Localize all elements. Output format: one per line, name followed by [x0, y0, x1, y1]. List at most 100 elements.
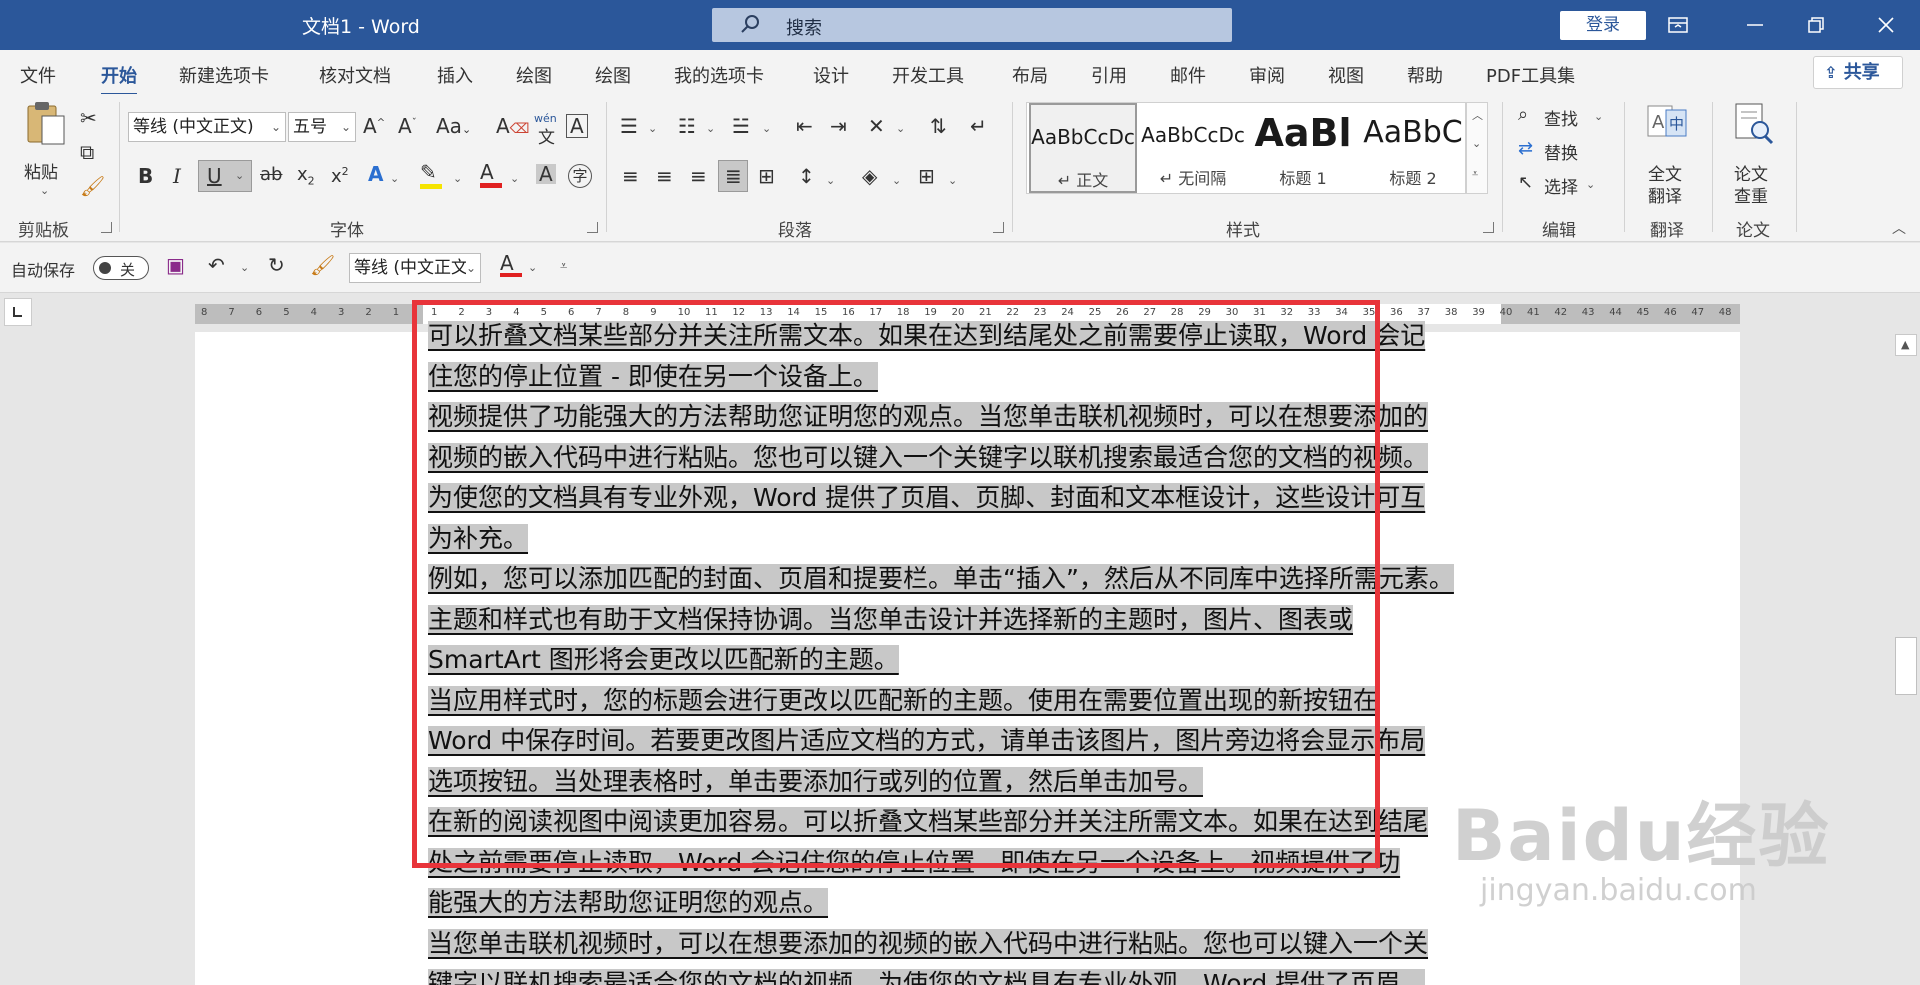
align-left-icon[interactable]: ≡ [622, 166, 639, 186]
styles-gallery-scroll[interactable]: ︿ ⌄ ⩡ [1466, 102, 1488, 194]
redo-icon[interactable]: ↻ [268, 255, 285, 275]
underline-button[interactable]: U ⌄ [198, 160, 252, 192]
highlight-icon[interactable]: ✎ [420, 162, 442, 189]
decrease-indent-icon[interactable]: ⇤ [796, 116, 813, 136]
cut-icon[interactable]: ✂ [80, 108, 97, 128]
chevron-down-icon[interactable]: ⌄ [240, 261, 249, 274]
scroll-thumb[interactable] [1895, 637, 1917, 695]
tab-pdf-tools[interactable]: PDF工具集 [1486, 62, 1575, 88]
italic-icon[interactable]: I [173, 166, 181, 186]
full-text-translate-button[interactable]: A中 全文 翻译 [1640, 102, 1696, 207]
replace-button[interactable]: ⇄ 替换 [1518, 138, 1598, 165]
shading-icon[interactable]: ◈ [862, 166, 877, 186]
autosave-toggle[interactable]: 关 [93, 256, 149, 280]
tab-help[interactable]: 帮助 [1407, 62, 1443, 88]
font-name-combo[interactable]: 等线 (中文正文) ⌄ [128, 112, 286, 142]
tab-insert[interactable]: 插入 [437, 62, 473, 88]
tab-file[interactable]: 文件 [20, 62, 56, 88]
align-center-icon[interactable]: ≡ [656, 166, 673, 186]
ribbon-display-options-button[interactable] [1658, 8, 1698, 42]
document-line[interactable]: 键字以联机搜索最适合您的文档的视频。为使您的文档具有专业外观，Word 提供了页… [428, 964, 1426, 985]
chevron-down-icon[interactable]: ⌄ [648, 122, 657, 135]
format-painter-icon[interactable]: 🖌 [310, 255, 335, 275]
paste-button[interactable]: 粘贴 ⌄ [18, 100, 74, 200]
show-marks-icon[interactable]: ↵ [970, 116, 987, 136]
more-icon[interactable]: ⩡ [1472, 167, 1478, 181]
font-color-icon[interactable]: A [500, 253, 522, 277]
copy-icon[interactable]: ⧉ [80, 142, 94, 162]
document-line[interactable]: 能强大的方法帮助您证明您的观点。 [428, 883, 829, 919]
change-case-icon[interactable]: Aa⌄ [436, 116, 471, 136]
login-button[interactable]: 登录 [1560, 11, 1646, 40]
style-normal[interactable]: AaBbCcDc ↵ 正文 [1029, 103, 1137, 193]
select-button[interactable]: ↖ 选择 ⌄ [1518, 172, 1608, 199]
chevron-down-icon[interactable]: ⌄ [1472, 137, 1481, 150]
distributed-icon[interactable]: ⊞ [758, 166, 775, 186]
bold-icon[interactable]: B [138, 166, 153, 186]
customize-qat-icon[interactable]: ⩡ [560, 259, 567, 274]
clear-formatting-icon[interactable]: A⌫ [496, 116, 529, 136]
line-spacing-icon[interactable]: ↕ [798, 166, 815, 186]
qat-font-combo[interactable]: 等线 (中文正文) ⌄ [349, 253, 481, 283]
tab-check-document[interactable]: 核对文档 [319, 62, 391, 88]
font-color-icon[interactable]: A [480, 162, 502, 188]
undo-icon[interactable]: ↶ [208, 255, 225, 275]
style-heading-1[interactable]: AaBl 标题 1 [1249, 103, 1357, 193]
tab-references[interactable]: 引用 [1091, 62, 1127, 88]
style-heading-2[interactable]: AaBbC 标题 2 [1359, 103, 1467, 193]
character-shading-icon[interactable]: A [536, 164, 556, 184]
bullets-icon[interactable]: ☰ [620, 116, 638, 136]
tab-draw-2[interactable]: 绘图 [595, 62, 631, 88]
tab-layout[interactable]: 布局 [1012, 62, 1048, 88]
tab-selector-icon[interactable] [4, 298, 32, 326]
chevron-down-icon[interactable]: ⌄ [706, 122, 715, 135]
save-icon[interactable]: ▣ [166, 255, 185, 275]
paper-check-button[interactable]: 论文 查重 [1726, 102, 1782, 207]
grow-font-icon[interactable]: A^ [363, 116, 385, 136]
share-button[interactable]: ⇪ 共享 [1813, 56, 1903, 89]
tab-draw-1[interactable]: 绘图 [516, 62, 552, 88]
chevron-down-icon[interactable]: ⌄ [390, 172, 399, 185]
collapse-ribbon-icon[interactable]: ︿ [1892, 218, 1906, 238]
borders-icon[interactable]: ⊞ [918, 166, 935, 186]
paragraph-launcher-icon[interactable] [993, 222, 1004, 233]
clipboard-launcher-icon[interactable] [101, 222, 112, 233]
find-button[interactable]: ⌕ 查找 ⌄ [1518, 104, 1608, 131]
scroll-up-button[interactable]: ▲ [1895, 334, 1917, 356]
sort-icon[interactable]: ⇅ [930, 116, 947, 136]
chevron-down-icon[interactable]: ⌄ [826, 174, 835, 187]
subscript-icon[interactable]: x2 [297, 166, 315, 187]
text-effects-icon[interactable]: A [368, 164, 383, 184]
chevron-down-icon[interactable]: ⌄ [453, 172, 462, 185]
tab-new-tab[interactable]: 新建选项卡 [179, 62, 269, 88]
chevron-down-icon[interactable]: ⌄ [892, 174, 901, 187]
style-no-spacing[interactable]: AaBbCcDc ↵ 无间隔 [1139, 103, 1247, 193]
restore-button[interactable] [1796, 8, 1836, 42]
search-box[interactable]: 搜索 [712, 8, 1232, 42]
tab-home[interactable]: 开始 [101, 62, 137, 96]
shrink-font-icon[interactable]: Aˇ [398, 116, 417, 136]
strikethrough-icon[interactable]: ab [260, 166, 282, 184]
character-border-icon[interactable]: A [566, 114, 588, 138]
tab-design[interactable]: 设计 [813, 62, 849, 88]
font-size-combo[interactable]: 五号 ⌄ [288, 112, 356, 142]
chevron-down-icon[interactable]: ⌄ [948, 174, 957, 187]
tab-review[interactable]: 审阅 [1249, 62, 1285, 88]
vertical-scrollbar[interactable]: ▲ [1893, 332, 1920, 985]
tab-my-tab[interactable]: 我的选项卡 [674, 62, 764, 88]
tab-view[interactable]: 视图 [1328, 62, 1364, 88]
chevron-down-icon[interactable]: ⌄ [510, 172, 519, 185]
font-launcher-icon[interactable] [587, 222, 598, 233]
chevron-down-icon[interactable]: ⌄ [762, 122, 771, 135]
tab-mailings[interactable]: 邮件 [1170, 62, 1206, 88]
enclose-characters-icon[interactable]: 字 [568, 164, 592, 188]
chevron-down-icon[interactable]: ⌄ [896, 122, 905, 135]
align-right-icon[interactable]: ≡ [690, 166, 707, 186]
justify-button[interactable]: ≣ [718, 160, 748, 192]
numbering-icon[interactable]: ☷ [678, 116, 696, 136]
close-button[interactable] [1866, 8, 1906, 42]
phonetic-guide-button[interactable]: wén 文 [534, 112, 560, 148]
format-painter-icon[interactable]: 🖌 [80, 176, 105, 196]
chevron-down-icon[interactable]: ⌄ [528, 261, 537, 274]
chevron-up-icon[interactable]: ︿ [1472, 107, 1483, 123]
